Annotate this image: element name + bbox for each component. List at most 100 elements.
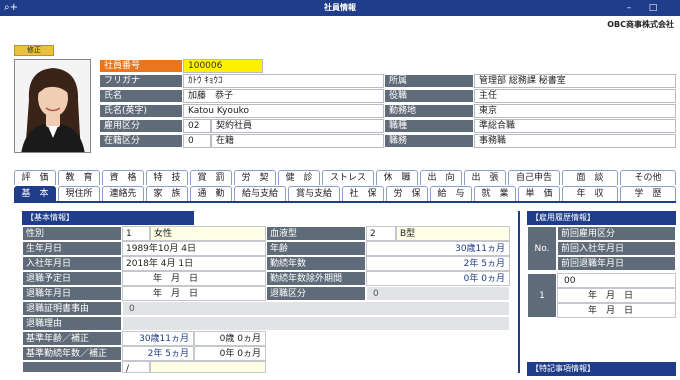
window-title: 社員情報 <box>324 3 356 12</box>
name-en-value: Katou Kyouko <box>183 104 384 118</box>
base-tenure-value: 2年 5ヵ月 <box>122 346 194 361</box>
tab-basic[interactable]: 基 本 <box>14 186 56 201</box>
base-tenure-label: 基準勤続年数／補正 <box>22 346 122 361</box>
tab-work[interactable]: 就 業 <box>474 186 516 201</box>
blood-code-input[interactable]: 2 <box>366 226 396 241</box>
tab-row-upper: 評 価 教 育 資 格 特 技 賞 罰 労 契 健 診 ストレス 休 職 出 向… <box>14 170 676 185</box>
tab-skills[interactable]: 特 技 <box>146 170 188 185</box>
prev-join-header: 前回入社年月日 <box>557 241 676 256</box>
base-age-value: 30歳11ヵ月 <box>122 331 194 346</box>
dept-value: 管理部 総務課 秘書室 <box>474 74 676 88</box>
history-row-join-input[interactable]: 年 月 日 <box>557 288 676 303</box>
tab-other[interactable]: その他 <box>620 170 676 185</box>
retire-reason-value <box>122 316 510 331</box>
birth-input[interactable]: 1989年10月 4日 <box>122 241 266 256</box>
job-type-label: 職種 <box>384 119 474 133</box>
tab-annual-income[interactable]: 年 収 <box>562 186 618 201</box>
duty-value: 事務職 <box>474 134 676 148</box>
edit-mode-badge: 修正 <box>14 45 54 56</box>
dept-label: 所属 <box>384 74 474 88</box>
kana-label: フリガナ <box>99 74 183 88</box>
tenure-exclusion-value: 0年 0ヵ月 <box>366 271 510 286</box>
extra-field-label <box>22 361 122 373</box>
tab-divider <box>14 201 676 203</box>
maximize-icon[interactable]: □ <box>646 1 660 15</box>
tab-awards[interactable]: 賞 罰 <box>190 170 232 185</box>
emp-no-label: 社員番号 <box>99 59 183 73</box>
retire-type-value: 0 <box>366 286 510 301</box>
retire-plan-input[interactable]: 年 月 日 <box>122 271 266 286</box>
job-type-value: 準総合職 <box>474 119 676 133</box>
tab-business-trip[interactable]: 出 張 <box>464 170 506 185</box>
tab-leave[interactable]: 休 職 <box>376 170 418 185</box>
tab-address[interactable]: 現住所 <box>58 186 100 201</box>
minimize-icon[interactable]: – <box>622 1 636 15</box>
tab-evaluation[interactable]: 評 価 <box>14 170 56 185</box>
tab-social-insurance[interactable]: 社 保 <box>342 186 384 201</box>
title-bar: ⌕+ 社員情報 – □ <box>0 0 680 16</box>
tab-interview[interactable]: 面 談 <box>562 170 618 185</box>
tab-bonus-payment[interactable]: 賞与支給 <box>288 186 340 201</box>
history-row-code-input[interactable]: 00 <box>557 273 676 288</box>
gender-code-input[interactable]: 1 <box>122 226 150 241</box>
tab-qualification[interactable]: 資 格 <box>102 170 144 185</box>
retire-cert-label: 退職証明書事由 <box>22 301 122 316</box>
kana-value: ｶﾄｳ ｷｮｳｺ <box>183 74 384 88</box>
extra-field-code[interactable]: / <box>122 361 150 373</box>
base-age-adjust-input[interactable]: 0歳 0ヵ月 <box>194 331 266 346</box>
tab-commute[interactable]: 通 勤 <box>190 186 232 201</box>
tab-secondment[interactable]: 出 向 <box>420 170 462 185</box>
emp-type-label: 雇用区分 <box>99 119 183 133</box>
tenure-label: 勤続年数 <box>266 256 366 271</box>
tenure-value: 2年 5ヵ月 <box>366 256 510 271</box>
age-value: 30歳11ヵ月 <box>366 241 510 256</box>
tab-salary-payment[interactable]: 給与支給 <box>234 186 286 201</box>
name-value: 加藤 恭子 <box>183 89 384 103</box>
employee-photo <box>14 59 91 153</box>
name-en-label: 氏名(英字) <box>99 104 183 118</box>
emp-no-field[interactable]: 100006 <box>183 59 263 73</box>
basic-section-title: 【基本情報】 <box>22 211 194 225</box>
name-label: 氏名 <box>99 89 183 103</box>
tab-unit-price[interactable]: 単 価 <box>518 186 560 201</box>
retire-date-label: 退職年月日 <box>22 286 122 301</box>
history-row-no: 1 <box>527 273 557 318</box>
retire-date-input[interactable]: 年 月 日 <box>122 286 266 301</box>
gender-label: 性別 <box>22 226 122 241</box>
tab-health-check[interactable]: 健 診 <box>278 170 320 185</box>
retire-cert-value: 0 <box>122 301 510 316</box>
tab-self-report[interactable]: 自己申告 <box>508 170 560 185</box>
blood-label: 血液型 <box>266 226 366 241</box>
retire-reason-label: 退職理由 <box>22 316 122 331</box>
tab-row-lower: 基 本 現住所 連絡先 家 族 通 勤 給与支給 賞与支給 社 保 労 保 給 … <box>14 186 676 201</box>
location-label: 勤務地 <box>384 104 474 118</box>
tab-labor-insurance[interactable]: 労 保 <box>386 186 428 201</box>
emp-type-value: 契約社員 <box>211 119 384 133</box>
base-age-label: 基準年齢／補正 <box>22 331 122 346</box>
tab-labor-contract[interactable]: 労 契 <box>234 170 276 185</box>
tab-education[interactable]: 教 育 <box>58 170 100 185</box>
history-section-title: 【雇用履歴情報】 <box>527 211 676 225</box>
status-label: 在籍区分 <box>99 134 183 148</box>
blood-value: B型 <box>396 226 510 241</box>
tab-family[interactable]: 家 族 <box>146 186 188 201</box>
tab-academic[interactable]: 学 歴 <box>620 186 676 201</box>
gender-value: 女性 <box>150 226 266 241</box>
location-value: 東京 <box>474 104 676 118</box>
tab-stress[interactable]: ストレス <box>322 170 374 185</box>
tab-salary[interactable]: 給 与 <box>430 186 472 201</box>
join-label: 入社年月日 <box>22 256 122 271</box>
base-tenure-adjust-input[interactable]: 0年 0ヵ月 <box>194 346 266 361</box>
tenure-exclusion-label: 勤続年数除外期間 <box>266 271 366 286</box>
status-value: 在籍 <box>211 134 384 148</box>
notes-section-title: 【特記事項情報】 <box>527 362 676 376</box>
history-row-retire-input[interactable]: 年 月 日 <box>557 303 676 318</box>
tab-contact[interactable]: 連絡先 <box>102 186 144 201</box>
retire-type-label: 退職区分 <box>266 286 366 301</box>
join-input[interactable]: 2018年 4月 1日 <box>122 256 266 271</box>
prev-emp-type-header: 前回雇用区分 <box>557 226 676 241</box>
retire-plan-label: 退職予定日 <box>22 271 122 286</box>
role-label: 役職 <box>384 89 474 103</box>
section-divider <box>518 211 520 373</box>
extra-field-value <box>150 361 266 373</box>
